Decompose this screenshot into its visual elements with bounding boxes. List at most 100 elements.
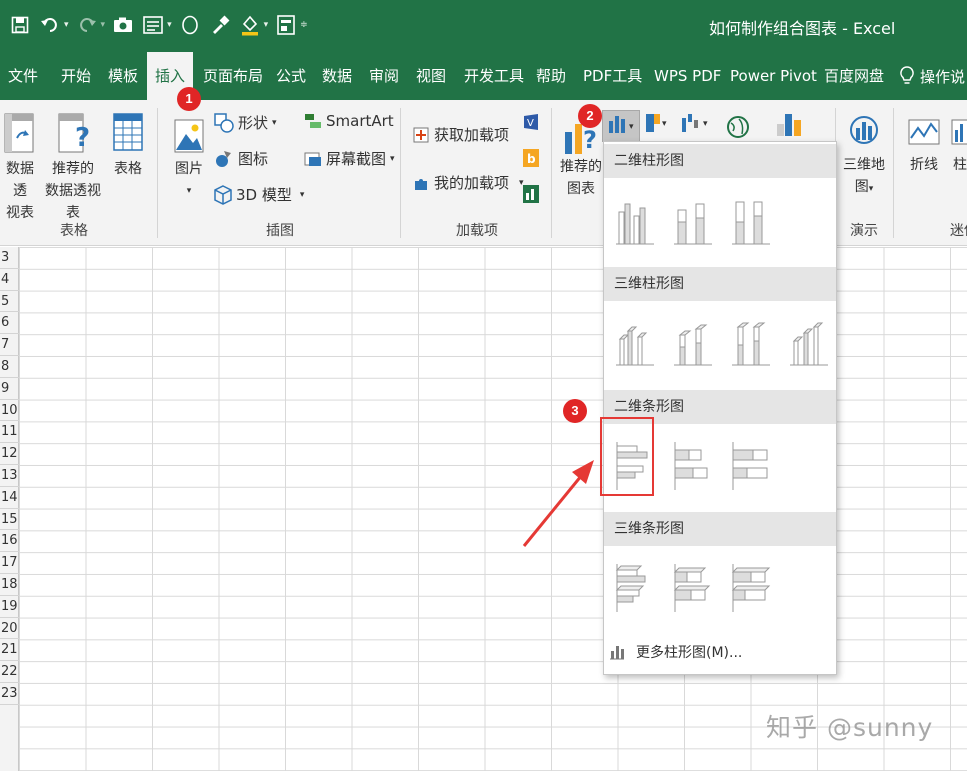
tab-wps-pdf[interactable]: WPS PDF bbox=[654, 52, 721, 100]
screenshot-label: 屏幕截图 bbox=[326, 150, 387, 168]
row-header[interactable]: 21 bbox=[0, 639, 19, 662]
tab-home[interactable]: 开始 bbox=[61, 52, 91, 100]
visio-icon: V bbox=[524, 114, 538, 130]
column-chart-dropdown: 二维柱形图 三维柱形图 二维条形图 三维条形图 更多柱形图(M)... bbox=[603, 141, 837, 675]
more-column-charts-option[interactable]: 更多柱形图(M)... bbox=[608, 642, 742, 662]
recommended-charts-button[interactable]: ? 推荐的 图表 bbox=[560, 118, 602, 200]
circle-shape-icon[interactable] bbox=[178, 12, 202, 38]
tab-page-layout[interactable]: 页面布局 bbox=[203, 52, 263, 100]
stacked-bar-option[interactable] bbox=[672, 438, 714, 492]
people-graph-button[interactable] bbox=[520, 184, 542, 204]
3d-100-stacked-column-option[interactable] bbox=[730, 315, 772, 369]
row-header[interactable]: 16 bbox=[0, 530, 19, 553]
row-header[interactable]: 20 bbox=[0, 618, 19, 640]
pivot-table-button[interactable]: 数据透 视表 bbox=[0, 110, 40, 224]
smartart-button[interactable]: SmartArt bbox=[304, 112, 394, 130]
recommended-pivot-label-2: 数据透视表 bbox=[45, 183, 101, 221]
100-stacked-bar-option[interactable] bbox=[730, 438, 772, 492]
3d-model-button[interactable]: 3D 模型 ▾ bbox=[214, 184, 304, 205]
row-header[interactable]: 9 bbox=[0, 378, 19, 400]
tab-formulas[interactable]: 公式 bbox=[276, 52, 306, 100]
row-header[interactable]: 18 bbox=[0, 574, 19, 596]
my-addins-button[interactable]: 我的加载项 ▾ bbox=[412, 172, 524, 193]
table-icon bbox=[113, 113, 143, 151]
pivot-chart-button[interactable] bbox=[774, 110, 810, 138]
save-icon[interactable] bbox=[8, 12, 32, 38]
3d-clustered-column-option[interactable] bbox=[614, 315, 656, 369]
tab-file[interactable]: 文件 bbox=[8, 52, 38, 100]
customize-toolbar-icon[interactable]: ≑ bbox=[300, 20, 308, 30]
tab-help[interactable]: 帮助 bbox=[536, 52, 566, 100]
row-header[interactable]: 22 bbox=[0, 661, 19, 683]
table-button[interactable]: 表格 bbox=[108, 110, 148, 180]
form-icon[interactable] bbox=[141, 12, 165, 38]
tab-developer[interactable]: 开发工具 bbox=[464, 52, 524, 100]
cube-icon bbox=[214, 184, 232, 205]
document-icon[interactable] bbox=[274, 12, 298, 38]
chevron-down-icon[interactable]: ▾ bbox=[167, 20, 172, 30]
row-header[interactable]: 23 bbox=[0, 683, 19, 705]
hierarchy-chart-button[interactable]: ▾ bbox=[642, 110, 672, 136]
title-bar: ▾ ▾ ▾ ▾ ≑ 如何制作组合图表 - Excel bbox=[0, 0, 967, 52]
tab-pdf-tools[interactable]: PDF工具 bbox=[583, 52, 642, 100]
tab-review[interactable]: 审阅 bbox=[369, 52, 399, 100]
row-header[interactable]: 8 bbox=[0, 356, 19, 378]
get-addins-label: 获取加载项 bbox=[434, 126, 510, 144]
row-header[interactable]: 10 bbox=[0, 400, 19, 422]
sparkline-line-button[interactable]: 折线 bbox=[902, 110, 946, 176]
row-header[interactable]: 5 bbox=[0, 291, 19, 313]
people-graph-icon bbox=[523, 185, 539, 203]
tab-view[interactable]: 视图 bbox=[416, 52, 446, 100]
row-header[interactable]: 14 bbox=[0, 487, 19, 509]
screenshot-button[interactable]: 屏幕截图 ▾ bbox=[304, 148, 395, 169]
row-header[interactable]: 6 bbox=[0, 312, 19, 335]
format-painter-icon[interactable] bbox=[208, 12, 232, 38]
sparkline-column-button[interactable]: 柱 bbox=[950, 110, 967, 176]
chevron-down-icon[interactable]: ▾ bbox=[64, 20, 69, 30]
row-header[interactable]: 4 bbox=[0, 269, 19, 291]
100-stacked-column-option[interactable] bbox=[730, 192, 772, 246]
tab-power-pivot[interactable]: Power Pivot bbox=[730, 52, 817, 100]
section-3d-column: 三维柱形图 bbox=[604, 267, 836, 301]
row-header[interactable]: 15 bbox=[0, 509, 19, 531]
recommended-pivot-button[interactable]: ? 推荐的 数据透视表 bbox=[40, 110, 106, 224]
camera-icon[interactable] bbox=[111, 12, 135, 38]
3d-stacked-bar-option[interactable] bbox=[672, 560, 714, 614]
clustered-column-option[interactable] bbox=[614, 192, 656, 246]
shapes-button[interactable]: 形状 ▾ bbox=[214, 112, 277, 133]
svg-text:V: V bbox=[527, 118, 534, 129]
3d-stacked-column-option[interactable] bbox=[672, 315, 714, 369]
pivot-table-label-2: 视表 bbox=[6, 205, 34, 221]
visio-addin-button[interactable]: V bbox=[520, 112, 542, 132]
row-header[interactable]: 7 bbox=[0, 334, 19, 356]
bing-addin-button[interactable]: b bbox=[520, 148, 542, 168]
tell-me-box[interactable]: 操作说 bbox=[900, 52, 965, 100]
maps-button[interactable] bbox=[724, 114, 752, 140]
row-header[interactable]: 3 bbox=[0, 247, 19, 269]
tab-baidu-netdisk[interactable]: 百度网盘 bbox=[824, 52, 884, 100]
tab-data[interactable]: 数据 bbox=[322, 52, 352, 100]
picture-button[interactable]: 图片 ▾ bbox=[170, 110, 208, 202]
waterfall-chart-button[interactable]: ▾ bbox=[678, 110, 714, 136]
pivot-table-label: 数据透 bbox=[6, 161, 34, 199]
tab-template[interactable]: 模板 bbox=[108, 52, 138, 100]
3d-map-button[interactable]: 三维地 图▾ bbox=[842, 110, 886, 200]
bing-icon: b bbox=[523, 149, 539, 167]
3d-clustered-bar-option[interactable] bbox=[614, 560, 656, 614]
row-header[interactable]: 19 bbox=[0, 596, 19, 618]
3d-100-stacked-bar-option[interactable] bbox=[730, 560, 772, 614]
stacked-column-option[interactable] bbox=[672, 192, 714, 246]
row-header[interactable]: 11 bbox=[0, 421, 19, 444]
undo-icon[interactable] bbox=[38, 12, 62, 38]
3d-column-option[interactable] bbox=[788, 315, 830, 369]
column-chart-button[interactable]: ▾ bbox=[602, 110, 640, 142]
row-header[interactable]: 12 bbox=[0, 443, 19, 465]
screenshot-icon bbox=[304, 152, 321, 166]
chevron-down-icon[interactable]: ▾ bbox=[264, 20, 269, 30]
row-header[interactable]: 13 bbox=[0, 465, 19, 487]
fill-color-icon[interactable] bbox=[238, 12, 262, 38]
row-header[interactable]: 17 bbox=[0, 552, 19, 574]
get-addins-button[interactable]: 获取加载项 bbox=[412, 124, 509, 145]
icons-button[interactable]: 图标 bbox=[214, 148, 268, 169]
svg-text:b: b bbox=[527, 152, 536, 166]
